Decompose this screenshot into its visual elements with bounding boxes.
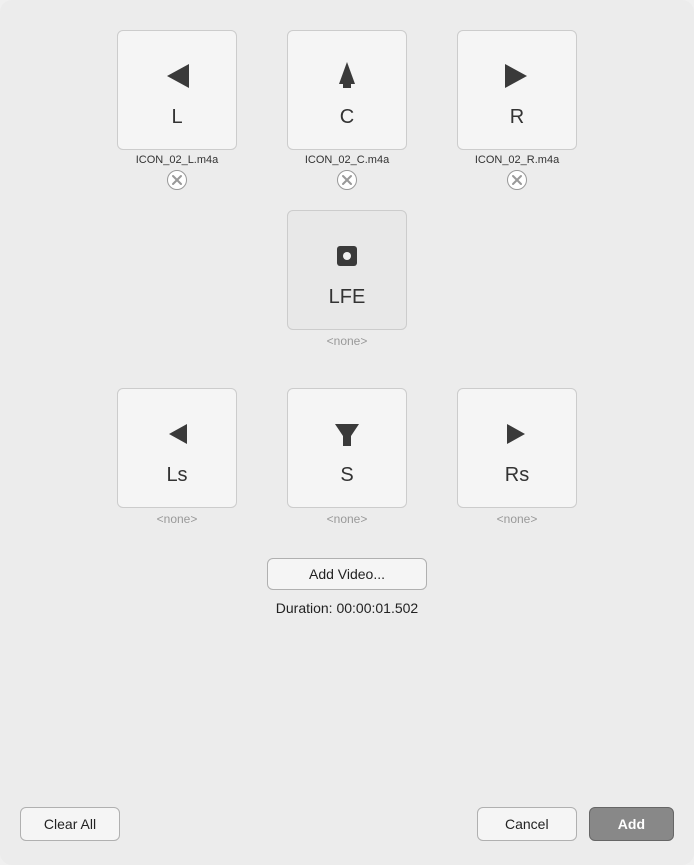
channel-label-C: C xyxy=(340,106,354,129)
add-video-button[interactable]: Add Video... xyxy=(267,558,427,590)
remove-btn-C[interactable] xyxy=(337,170,357,190)
lfe-icon xyxy=(323,232,371,280)
channel-label-LFE: LFE xyxy=(329,286,366,309)
arrow-left-rear-icon xyxy=(153,410,201,458)
channel-label-L: L xyxy=(171,106,182,129)
arrow-right-rear-icon xyxy=(493,410,541,458)
channel-box-Ls[interactable]: Ls xyxy=(117,388,237,508)
channel-label-Rs: Rs xyxy=(505,464,529,487)
channel-grid: L ICON_02_L.m4a xyxy=(20,30,674,534)
channel-label-R: R xyxy=(510,106,524,129)
channel-cell-Rs: Rs <none> xyxy=(452,388,582,526)
none-label-LFE: <none> xyxy=(327,334,368,348)
funnel-icon xyxy=(323,410,371,458)
filename-R: ICON_02_R.m4a xyxy=(475,154,559,166)
channel-cell-Ls: Ls <none> xyxy=(112,388,242,526)
channel-box-C[interactable]: C xyxy=(287,30,407,150)
channel-box-L[interactable]: L xyxy=(117,30,237,150)
filename-C: ICON_02_C.m4a xyxy=(305,154,389,166)
channel-label-Ls: Ls xyxy=(166,464,187,487)
channel-box-R[interactable]: R xyxy=(457,30,577,150)
clear-all-button[interactable]: Clear All xyxy=(20,807,120,841)
channel-cell-R: R ICON_02_R.m4a xyxy=(452,30,582,190)
channel-cell-LFE: LFE <none> xyxy=(282,210,412,348)
channel-box-S[interactable]: S xyxy=(287,388,407,508)
add-button[interactable]: Add xyxy=(589,807,674,841)
remove-btn-R[interactable] xyxy=(507,170,527,190)
right-buttons: Cancel Add xyxy=(477,807,674,841)
grid-row-1: L ICON_02_L.m4a xyxy=(112,30,582,190)
remove-btn-L[interactable] xyxy=(167,170,187,190)
channel-box-Rs[interactable]: Rs xyxy=(457,388,577,508)
speaker-icon xyxy=(323,52,371,100)
dialog: L ICON_02_L.m4a xyxy=(0,0,694,865)
grid-row-2: LFE <none> xyxy=(282,210,412,348)
channel-cell-S: S <none> xyxy=(282,388,412,526)
none-label-S: <none> xyxy=(327,512,368,526)
filename-L: ICON_02_L.m4a xyxy=(136,154,219,166)
grid-row-3: Ls <none> S <none> xyxy=(112,388,582,526)
channel-cell-C: C ICON_02_C.m4a xyxy=(282,30,412,190)
channel-cell-L: L ICON_02_L.m4a xyxy=(112,30,242,190)
arrow-right-icon xyxy=(493,52,541,100)
channel-box-LFE[interactable]: LFE xyxy=(287,210,407,330)
none-label-Rs: <none> xyxy=(497,512,538,526)
bottom-bar: Clear All Cancel Add xyxy=(20,789,674,841)
arrow-left-icon xyxy=(153,52,201,100)
cancel-button[interactable]: Cancel xyxy=(477,807,577,841)
channel-label-S: S xyxy=(340,464,353,487)
none-label-Ls: <none> xyxy=(157,512,198,526)
duration-text: Duration: 00:00:01.502 xyxy=(276,600,418,616)
